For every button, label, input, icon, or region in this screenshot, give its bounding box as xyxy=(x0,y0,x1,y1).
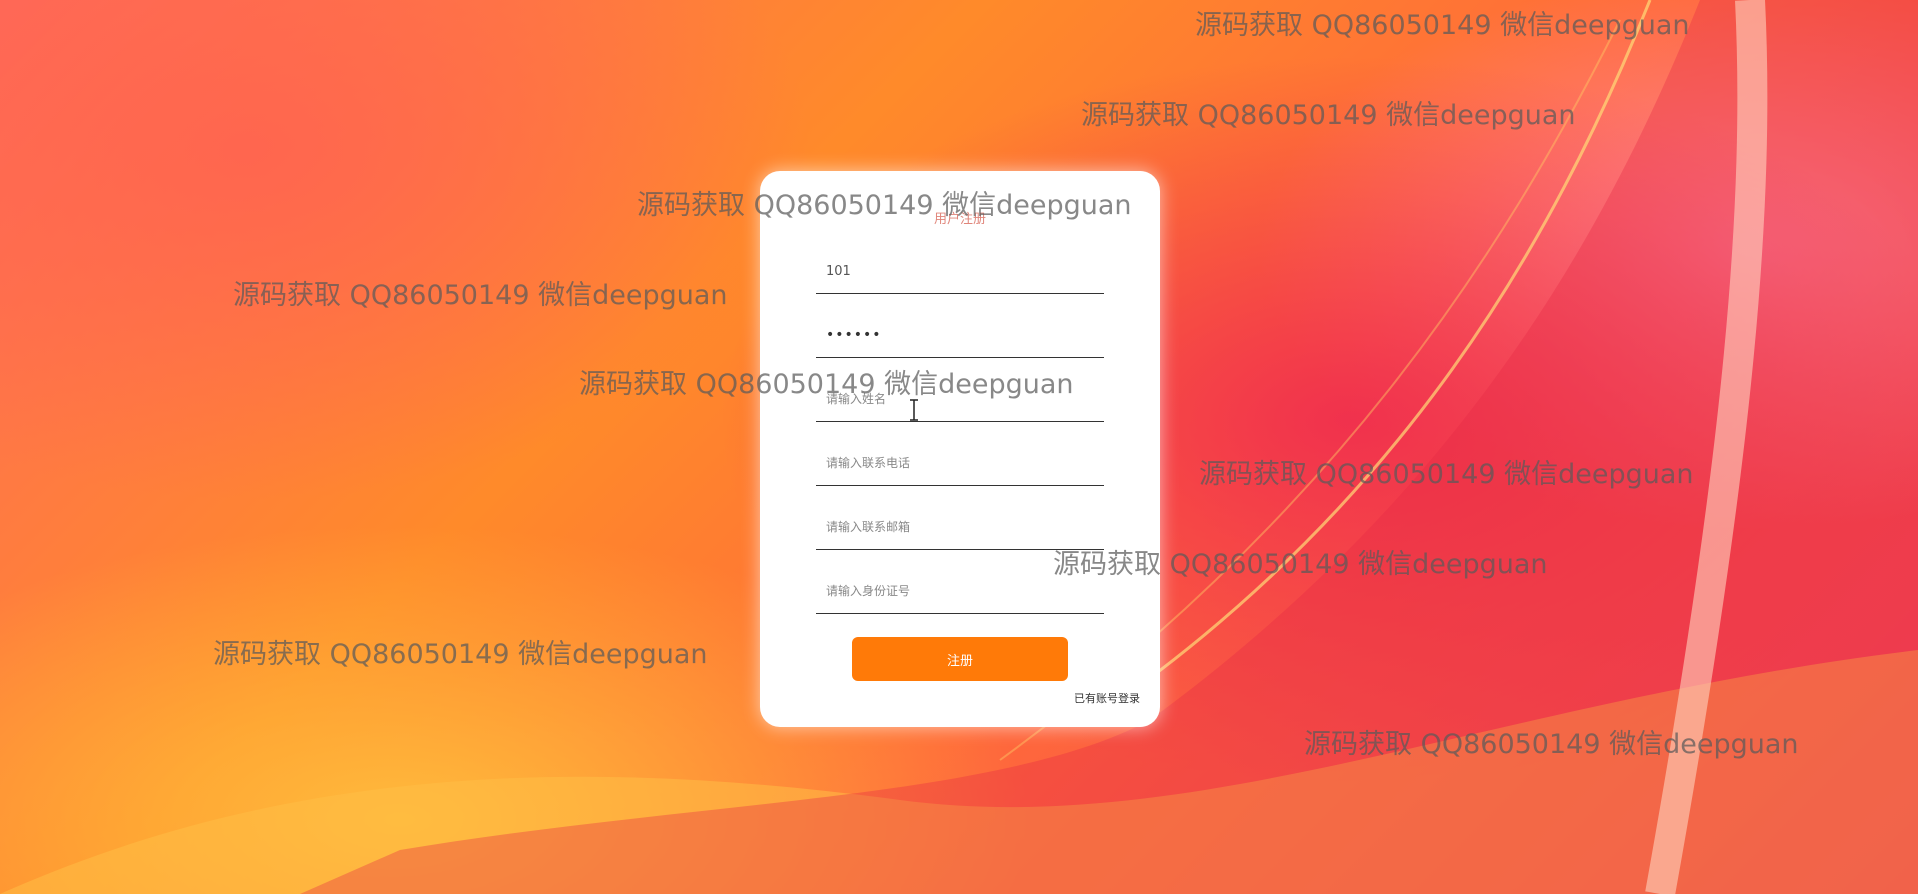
phone-field xyxy=(816,441,1104,486)
register-button[interactable]: 注册 xyxy=(852,637,1068,681)
username-field xyxy=(816,249,1104,294)
email-field xyxy=(816,505,1104,550)
register-card: 用户注册 注册 已有账号登录 xyxy=(760,171,1160,727)
name-field xyxy=(816,377,1104,422)
name-input[interactable] xyxy=(826,392,1096,407)
idcard-field xyxy=(816,569,1104,614)
password-field xyxy=(816,313,1104,358)
login-link[interactable]: 已有账号登录 xyxy=(1074,690,1140,706)
phone-input[interactable] xyxy=(826,456,1096,471)
username-input[interactable] xyxy=(826,264,1096,279)
password-input[interactable] xyxy=(826,327,1096,343)
idcard-input[interactable] xyxy=(826,584,1096,599)
text-cursor-icon xyxy=(910,399,918,421)
page-title: 用户注册 xyxy=(933,212,986,227)
email-input[interactable] xyxy=(826,520,1096,535)
